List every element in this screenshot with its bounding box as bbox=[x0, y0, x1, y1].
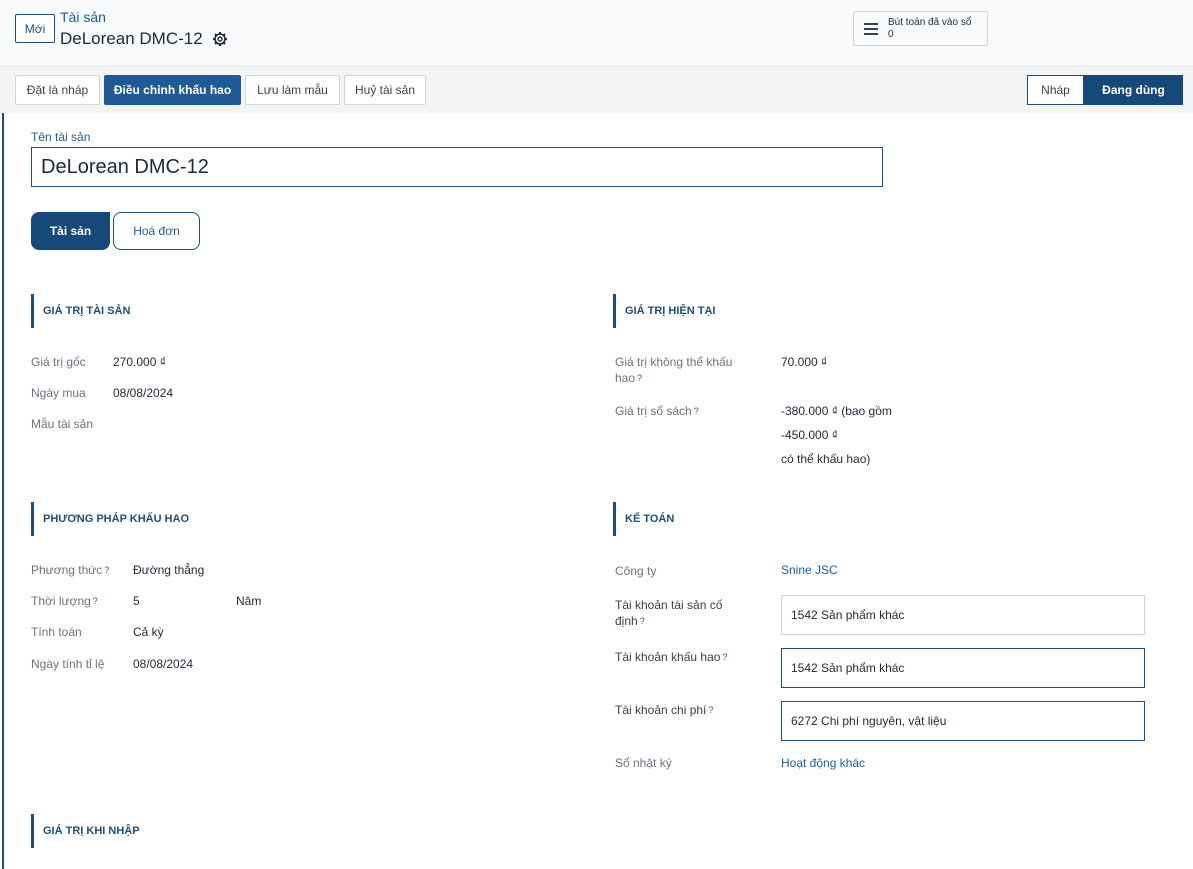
help-icon[interactable]: ? bbox=[694, 406, 699, 416]
company-label: Công ty bbox=[615, 564, 657, 578]
section-depreciation-method: PHƯƠNG PHÁP KHẤU HAO bbox=[31, 502, 189, 536]
duration-input[interactable]: 5 bbox=[133, 593, 140, 609]
asset-name-input[interactable]: DeLorean DMC-12 bbox=[31, 147, 883, 187]
asset-name-label: Tên tài sản bbox=[31, 130, 91, 144]
section-accounting: KẾ TOÁN bbox=[613, 502, 674, 536]
fixed-asset-account-label: Tài khoản tài sản cố định? bbox=[615, 598, 723, 628]
expense-account-label: Tài khoản chi phí? bbox=[615, 703, 714, 717]
book-value-label: Giá trị sổ sách? bbox=[615, 404, 699, 418]
section-import-value: GIÁ TRỊ KHI NHẬP bbox=[31, 814, 140, 848]
journal-label: Sổ nhật ký bbox=[615, 756, 672, 770]
save-template-button[interactable]: Lưu làm mẫu bbox=[245, 75, 340, 105]
record-title: DeLorean DMC-12 bbox=[60, 29, 203, 48]
posted-entries-label: Bút toán đã vào sổ bbox=[888, 16, 972, 28]
non-depreciable-label: Giá trị không thể khấu hao? bbox=[615, 355, 733, 385]
list-icon bbox=[864, 22, 878, 35]
asset-model-label: Mẫu tài sản bbox=[31, 417, 94, 431]
section-asset-value: GIÁ TRỊ TÀI SẢN bbox=[31, 294, 130, 328]
original-value-label: Giá trị gốc bbox=[31, 355, 86, 369]
modify-depreciation-button[interactable]: Điều chỉnh khấu hao bbox=[104, 75, 241, 105]
status-draft[interactable]: Nháp bbox=[1027, 75, 1084, 105]
fixed-asset-account-field[interactable]: 1542 Sản phẩm khác bbox=[781, 595, 1145, 635]
acquisition-date-label: Ngày mua bbox=[31, 386, 86, 400]
non-depreciable-value: 70.000 ₫ bbox=[781, 355, 828, 369]
new-button[interactable]: Mới bbox=[15, 14, 55, 43]
journal-link[interactable]: Hoạt động khác bbox=[781, 756, 865, 770]
status-bar: Nháp Đang dùng bbox=[1027, 75, 1183, 105]
original-value[interactable]: 270.000 ₫ bbox=[113, 354, 166, 370]
action-bar: Đặt là nháp Điều chỉnh khấu hao Lưu làm … bbox=[0, 67, 1193, 113]
cancel-asset-button[interactable]: Huỷ tài sản bbox=[344, 75, 426, 105]
book-value: -380.000 ₫ (bao gồm -450.000 ₫ có thể kh… bbox=[781, 404, 892, 466]
expense-account-field[interactable]: 6272 Chi phí nguyên, vật liệu bbox=[781, 701, 1145, 741]
depreciation-account-field[interactable]: 1542 Sản phẩm khác bbox=[781, 648, 1145, 688]
computation-select[interactable]: Cả kỳ bbox=[133, 624, 164, 640]
status-running[interactable]: Đang dùng bbox=[1084, 75, 1183, 105]
tab-asset[interactable]: Tài sản bbox=[31, 212, 110, 250]
computation-label: Tính toán bbox=[31, 625, 82, 639]
tab-invoice[interactable]: Hoá đơn bbox=[113, 212, 200, 250]
control-panel: Mới Tài sản DeLorean DMC-12 Bút toán đã … bbox=[0, 0, 1193, 67]
help-icon[interactable]: ? bbox=[104, 565, 109, 575]
set-draft-button[interactable]: Đặt là nháp bbox=[15, 75, 100, 105]
method-label: Phương thức? bbox=[31, 563, 110, 577]
duration-unit-select[interactable]: Năm bbox=[236, 593, 261, 609]
posted-entries-button[interactable]: Bút toán đã vào sổ 0 bbox=[853, 11, 988, 46]
acquisition-date[interactable]: 08/08/2024 bbox=[113, 385, 173, 401]
prorata-date-label: Ngày tính tỉ lệ bbox=[31, 657, 105, 671]
breadcrumb-assets[interactable]: Tài sản bbox=[60, 9, 106, 25]
company-link[interactable]: Snine JSC bbox=[781, 563, 838, 577]
help-icon[interactable]: ? bbox=[637, 373, 642, 383]
method-select[interactable]: Đường thẳng bbox=[133, 562, 204, 578]
help-icon[interactable]: ? bbox=[93, 596, 98, 606]
help-icon[interactable]: ? bbox=[640, 616, 645, 626]
duration-label: Thời lượng? bbox=[31, 594, 98, 608]
depreciation-account-label: Tài khoản khấu hao? bbox=[615, 650, 728, 664]
posted-entries-count: 0 bbox=[888, 28, 894, 40]
gear-icon[interactable] bbox=[212, 31, 228, 47]
section-current-value: GIÁ TRỊ HIỆN TẠI bbox=[613, 294, 715, 328]
help-icon[interactable]: ? bbox=[722, 652, 727, 662]
prorata-date-input[interactable]: 08/08/2024 bbox=[133, 656, 193, 672]
asset-model-field[interactable] bbox=[113, 416, 413, 432]
help-icon[interactable]: ? bbox=[708, 705, 713, 715]
